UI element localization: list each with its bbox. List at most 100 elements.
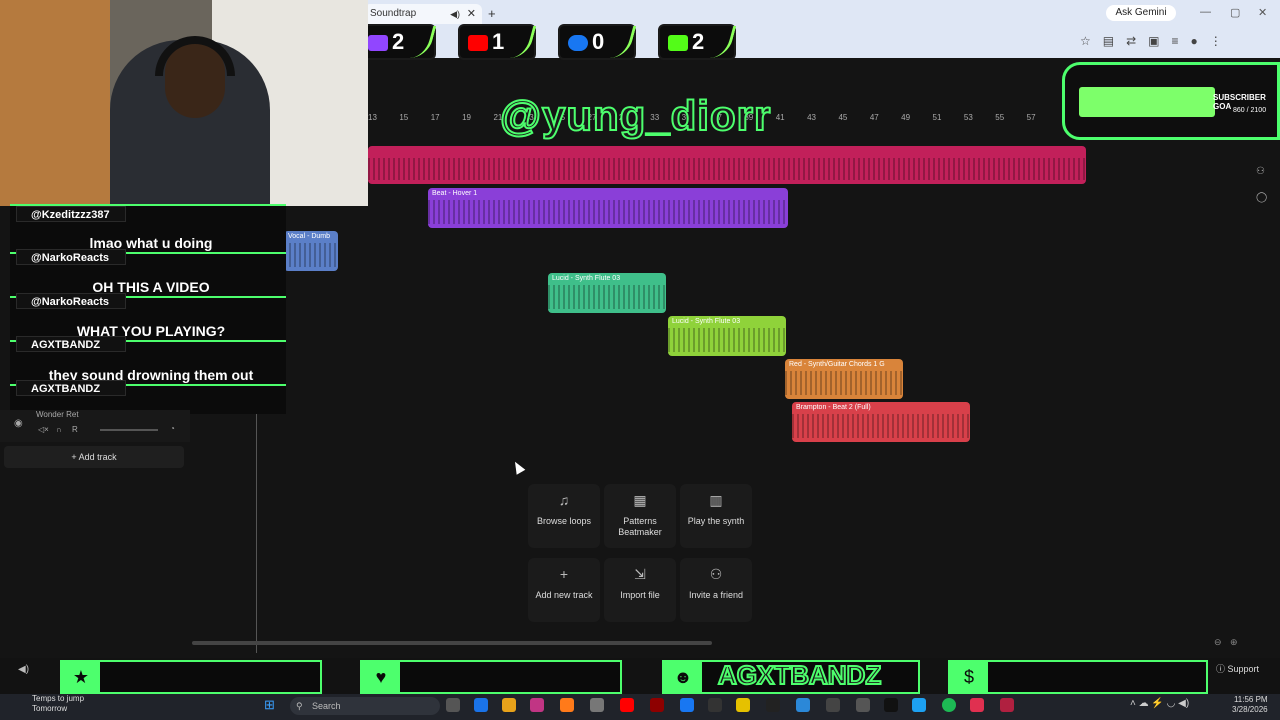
maximize-icon[interactable]: ▢: [1230, 6, 1240, 19]
zoom-out-icon[interactable]: ⊖: [1214, 637, 1222, 648]
instagram-icon[interactable]: [530, 698, 544, 712]
ruler-tick: 49: [901, 113, 911, 122]
browser-toolbar-icons[interactable]: ☆▤⇄▣≡●⋮: [1080, 34, 1234, 48]
support-button[interactable]: ⓘ Support: [1216, 662, 1259, 675]
action-label: Invite a friend: [688, 590, 744, 600]
app-icon[interactable]: [1000, 698, 1014, 712]
chat-username: AGXTBANDZ: [16, 336, 126, 352]
store-icon[interactable]: [796, 698, 810, 712]
amazon-icon[interactable]: [766, 698, 780, 712]
clip-waveform: [785, 371, 903, 395]
app-icon[interactable]: [560, 698, 574, 712]
taskbar-search[interactable]: ⚲ Search: [290, 697, 440, 715]
ruler-tick: 15: [399, 113, 409, 122]
clip-guitar-chords[interactable]: Red - Synth/Guitar Chords 1 G: [785, 359, 903, 399]
task-view-icon[interactable]: [446, 698, 460, 712]
facebook-app-icon[interactable]: [680, 698, 694, 712]
app-icon[interactable]: [856, 698, 870, 712]
mute-icon[interactable]: ◁×: [38, 425, 49, 434]
import-file-button[interactable]: ⇲ Import file: [604, 558, 676, 622]
chat-username: AGXTBANDZ: [16, 380, 126, 396]
clock-time: 11:56 PM: [1233, 695, 1268, 704]
clip-label: Lucid - Synth Flute 03: [672, 318, 741, 325]
spotify-icon[interactable]: [942, 698, 956, 712]
chat-overlay: @Kzeditzzz387 lmao what u doing @NarkoRe…: [10, 204, 286, 414]
playhead[interactable]: [256, 413, 257, 653]
close-window-icon[interactable]: ✕: [1258, 6, 1267, 19]
taskbar: [0, 694, 1280, 720]
clip-vocal-main[interactable]: [368, 146, 1086, 184]
help-icon: ⓘ: [1216, 664, 1228, 674]
facebook-icon: [568, 35, 588, 52]
ruler-tick: 47: [869, 113, 879, 122]
clip-brampton-beat[interactable]: Brampton - Beat 2 (Full): [792, 402, 970, 442]
clip-label: Red - Synth/Guitar Chords 1 G: [789, 361, 885, 368]
twitch-icon: [368, 35, 388, 52]
master-volume-icon[interactable]: ◀): [18, 664, 29, 675]
weather-widget[interactable]: Temps to jump Tomorrow: [32, 694, 84, 714]
plus-icon: +: [559, 566, 569, 582]
subscriber-goal-count: 860 / 2100: [1233, 107, 1267, 114]
track-controls: Wonder Ret ◉ ◁× ∩ R ◔: [0, 410, 190, 442]
ruler-tick: 17: [430, 113, 440, 122]
patterns-beatmaker-button[interactable]: ▦ Patterns Beatmaker: [604, 484, 676, 548]
invite-icon: ⚇: [709, 566, 723, 582]
taskbar-search-label: Search: [312, 701, 341, 711]
kick-count: 2: [692, 29, 705, 54]
clip-beat-hover[interactable]: Beat - Hover 1: [428, 188, 788, 228]
add-new-track-button[interactable]: + Add new track: [528, 558, 600, 622]
tiktok-icon[interactable]: [884, 698, 898, 712]
app-icon[interactable]: [970, 698, 984, 712]
calculator-icon[interactable]: [590, 698, 604, 712]
windows-start-icon[interactable]: ⊞: [264, 697, 275, 713]
chat-username: @Kzeditzzz387: [16, 206, 126, 222]
invite-friend-button[interactable]: ⚇ Invite a friend: [680, 558, 752, 622]
youtube-app-icon[interactable]: [620, 698, 634, 712]
clip-vocal-dumb[interactable]: Vocal - Dumb: [284, 231, 338, 271]
webcam-door: [0, 0, 110, 206]
play-synth-button[interactable]: ▥ Play the synth: [680, 484, 752, 548]
pan-knob[interactable]: ◔: [170, 424, 175, 433]
zoom-in-icon[interactable]: ⊕: [1230, 637, 1238, 648]
taskbar-clock[interactable]: 11:56 PM 3/28/2026: [1232, 695, 1268, 715]
streamer-watermark: @yung_diorr: [499, 91, 772, 140]
file-explorer-icon[interactable]: [736, 698, 750, 712]
collaborators-icon[interactable]: ⚇: [1256, 166, 1265, 177]
music-note-icon: ♫: [558, 492, 570, 508]
new-tab-button[interactable]: +: [488, 6, 496, 21]
app-icon[interactable]: [708, 698, 722, 712]
ruler-tick: 45: [838, 113, 848, 122]
action-label: Browse loops: [536, 516, 592, 526]
chat-username: @NarkoReacts: [16, 293, 126, 309]
tab-close-button[interactable]: ✕: [467, 4, 476, 24]
ruler-tick: 13: [368, 113, 377, 122]
clip-synth-flute-2[interactable]: Lucid - Synth Flute 03: [668, 316, 786, 356]
app-icon[interactable]: [650, 698, 664, 712]
donation-goal-box: ♥: [360, 660, 622, 694]
ask-gemini-button[interactable]: Ask Gemini: [1106, 5, 1176, 21]
minimize-icon[interactable]: —: [1200, 6, 1211, 18]
support-label: Support: [1227, 664, 1260, 674]
chrome-icon[interactable]: [502, 698, 516, 712]
clip-synth-flute-1[interactable]: Lucid - Synth Flute 03: [548, 273, 666, 313]
speaker-icon[interactable]: ◀): [450, 4, 460, 24]
clip-waveform: [548, 285, 666, 309]
record-arm-button[interactable]: R: [72, 425, 78, 434]
app-icon[interactable]: [826, 698, 840, 712]
horizontal-scrollbar[interactable]: [192, 641, 712, 645]
browser-tab[interactable]: Soundtrap ◀) ✕: [364, 4, 482, 24]
chat-icon[interactable]: ◯: [1256, 192, 1267, 203]
headphones-solo-icon[interactable]: ∩: [56, 425, 62, 434]
app-icon[interactable]: [912, 698, 926, 712]
action-label: Add new track: [535, 590, 593, 600]
clip-waveform: [368, 158, 1086, 180]
accent-slash: [602, 26, 637, 58]
clip-waveform: [668, 328, 786, 352]
browse-loops-button[interactable]: ♫ Browse loops: [528, 484, 600, 548]
ruler-tick: 57: [1026, 113, 1036, 122]
system-tray-icons[interactable]: ˄ ☁ ⚡ ◡ ◀): [1130, 698, 1189, 709]
volume-slider[interactable]: [100, 429, 158, 431]
add-track-button[interactable]: + Add track: [4, 446, 184, 468]
clip-label: Vocal - Dumb: [288, 233, 331, 240]
edge-icon[interactable]: [474, 698, 488, 712]
